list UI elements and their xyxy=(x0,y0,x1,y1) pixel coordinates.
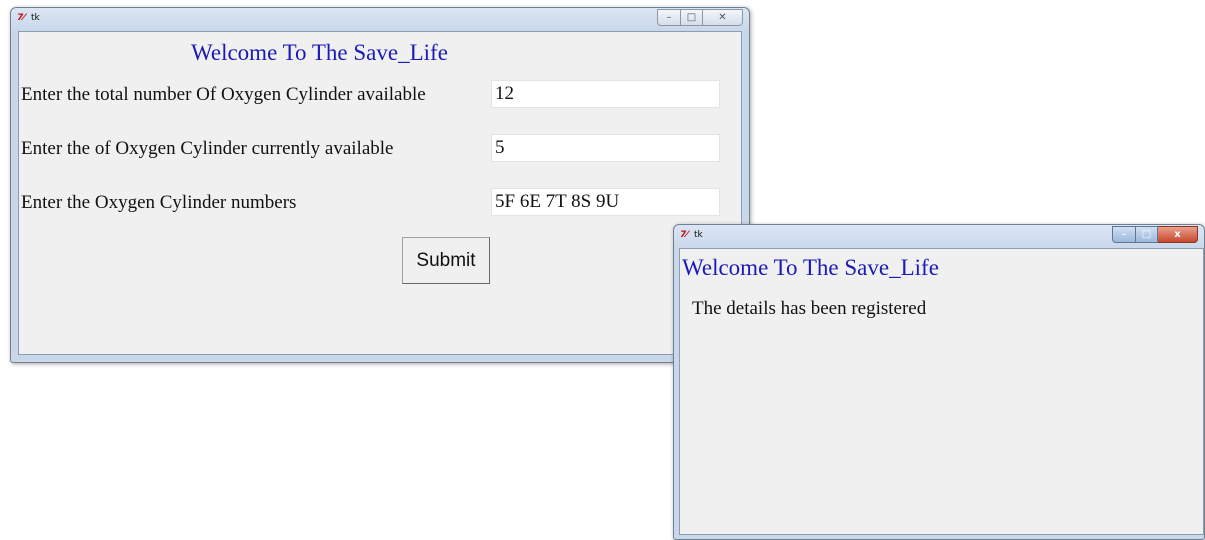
confirmation-content: Welcome To The Save_Life The details has… xyxy=(679,248,1204,535)
total-cylinders-input[interactable] xyxy=(491,80,720,108)
available-cylinders-input[interactable] xyxy=(491,134,720,162)
maximize-button[interactable]: □ xyxy=(1136,226,1158,243)
window-title: tk xyxy=(31,13,40,23)
minimize-button[interactable]: – xyxy=(1112,226,1136,243)
caption-buttons: – □ x xyxy=(1112,226,1198,243)
registration-message: The details has been registered xyxy=(692,298,927,319)
window-title: tk xyxy=(694,230,703,240)
maximize-button[interactable]: □ xyxy=(681,9,703,26)
tk-feather-icon: 7⁄ xyxy=(680,230,688,240)
tk-feather-icon: 7⁄ xyxy=(17,13,25,23)
registration-form: Welcome To The Save_Life Enter the total… xyxy=(18,31,742,355)
registration-window-titlebar[interactable]: 7⁄ tk – □ ✕ xyxy=(11,8,749,30)
confirmation-window: 7⁄ tk – □ x Welcome To The Save_Life The… xyxy=(673,224,1205,540)
page-title: Welcome To The Save_Life xyxy=(682,255,939,280)
minimize-button[interactable]: – xyxy=(657,9,681,26)
page-title: Welcome To The Save_Life xyxy=(191,40,448,65)
close-button[interactable]: x xyxy=(1158,226,1198,243)
close-button[interactable]: ✕ xyxy=(703,9,743,26)
cylinder-numbers-input[interactable] xyxy=(491,188,720,216)
submit-button[interactable]: Submit xyxy=(402,237,490,284)
confirmation-window-titlebar[interactable]: 7⁄ tk – □ x xyxy=(674,225,1204,247)
total-cylinders-label: Enter the total number Of Oxygen Cylinde… xyxy=(21,84,426,105)
caption-buttons: – □ ✕ xyxy=(657,9,743,26)
cylinder-numbers-label: Enter the Oxygen Cylinder numbers xyxy=(21,192,297,213)
available-cylinders-label: Enter the of Oxygen Cylinder currently a… xyxy=(21,138,394,159)
registration-window: 7⁄ tk – □ ✕ Welcome To The Save_Life Ent… xyxy=(10,7,750,363)
